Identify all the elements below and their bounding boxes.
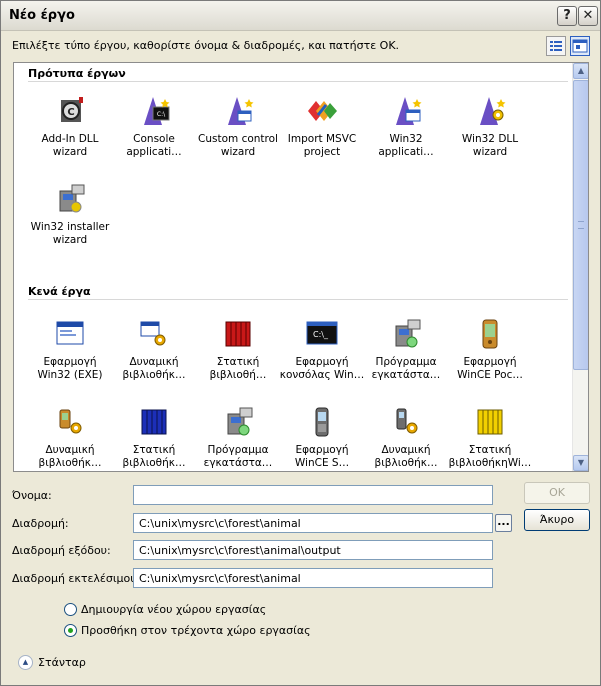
template-item[interactable]: Import MSVC project [278, 93, 366, 173]
radio-button[interactable] [64, 603, 77, 616]
help-button[interactable]: ? [557, 6, 577, 26]
item-label: Εφαρμογή Win32 (EXE) [37, 356, 103, 381]
ok-button[interactable]: OK [524, 482, 590, 504]
item-label: Import MSVC project [287, 133, 357, 158]
title-bar: Νέο έργο ? ✕ [1, 1, 600, 31]
item-label: Win32 applicati… [378, 133, 434, 158]
installer-icon [395, 319, 421, 348]
scroll-down-button[interactable]: ▼ [573, 455, 588, 471]
empty-project-item[interactable]: Πρόγραμμα εγκατάστα… [194, 404, 282, 471]
template-item[interactable]: Win32 DLL wizard [446, 93, 534, 173]
template-item[interactable]: C Add-In DLL wizard [26, 93, 114, 173]
large-icons-view-icon [572, 39, 588, 53]
window-app-icon [56, 321, 84, 345]
item-label: Console applicati… [126, 133, 182, 158]
item-label: Δυναμική βιβλιοθήκ… [38, 444, 102, 469]
list-view-button[interactable] [546, 36, 566, 56]
item-label: Custom control wizard [198, 133, 278, 158]
project-types-panel: Πρότυπα έργων C Add-In DLL wizard C:\ Co… [13, 62, 589, 472]
dll-icon [140, 321, 166, 346]
cancel-button[interactable]: Άκυρο [524, 509, 590, 531]
empty-project-item[interactable]: Δυναμική βιβλιοθήκ… [26, 404, 114, 471]
templates-heading: Πρότυπα έργων [28, 67, 126, 80]
item-label: Στατική βιβλιοθή… [209, 356, 267, 381]
empty-project-item[interactable]: Στατική βιβλιοθή… [194, 316, 282, 396]
item-label: Win32 installer wizard [30, 221, 110, 246]
item-label: Win32 DLL wizard [461, 133, 519, 158]
empty-project-item[interactable]: Εφαρμογή WinCE S… [278, 404, 366, 471]
empty-project-item[interactable]: Στατική βιβλιοθήκηWi… [446, 404, 534, 471]
close-button[interactable]: ✕ [578, 6, 598, 26]
item-label: Εφαρμογή κονσόλας Win… [279, 356, 365, 381]
installer-icon [227, 407, 253, 436]
standard-label: Στάνταρ [38, 656, 86, 669]
empty-project-item[interactable]: C:\_ Εφαρμογή κονσόλας Win… [278, 316, 366, 396]
template-item[interactable]: Win32 installer wizard [26, 181, 114, 261]
empty-project-item[interactable]: Εφαρμογή Win32 (EXE) [26, 316, 114, 396]
large-icons-view-button[interactable] [570, 36, 590, 56]
svg-text:C:\_: C:\_ [313, 330, 329, 339]
empty-projects-divider [28, 299, 568, 300]
item-label: Πρόγραμμα εγκατάστα… [203, 444, 273, 469]
svg-text:C:\: C:\ [157, 111, 166, 118]
chevron-up-icon: ▲ [18, 655, 33, 670]
item-label: Εφαρμογή WinCE Poc… [457, 356, 523, 381]
ce-dll-icon [59, 409, 82, 434]
template-item[interactable]: Custom control wizard [194, 93, 282, 173]
static-lib-icon [225, 321, 251, 347]
smartphone-icon [315, 407, 329, 437]
empty-project-item[interactable]: Δυναμική βιβλιοθήκ… [362, 404, 450, 471]
svg-text:C: C [67, 107, 74, 118]
browse-button[interactable]: ... [495, 514, 512, 532]
wizard-icon [396, 97, 422, 125]
list-view-icon [550, 41, 562, 51]
name-input[interactable] [133, 485, 493, 505]
exec-path-label: Διαδρομή εκτελέσιμου: [12, 572, 141, 585]
exec-path-input[interactable]: C:\unix\mysrc\c\forest\animal [133, 568, 493, 588]
name-label: Όνομα: [12, 489, 52, 502]
item-label: Εφαρμογή WinCE S… [294, 444, 350, 469]
empty-project-item[interactable]: Εφαρμογή WinCE Poc… [446, 316, 534, 396]
panel-scrollbar[interactable]: ▲ ▼ [572, 63, 588, 471]
wizard-icon [480, 97, 506, 125]
scroll-grip-icon [578, 221, 584, 229]
import-msvc-icon [308, 101, 337, 121]
item-label: Πρόγραμμα εγκατάστα… [371, 356, 441, 381]
phone-dll-icon [396, 408, 418, 434]
wizard-icon [228, 97, 254, 125]
addin-wizard-icon: C [61, 97, 83, 122]
path-label: Διαδρομή: [12, 517, 69, 530]
item-label: Δυναμική βιβλιοθήκ… [374, 444, 438, 469]
path-input[interactable]: C:\unix\mysrc\c\forest\animal [133, 513, 493, 533]
new-project-dialog: Νέο έργο ? ✕ Επιλέξτε τύπο έργου, καθορί… [0, 0, 601, 686]
scroll-thumb[interactable] [573, 80, 588, 370]
instruction-text: Επιλέξτε τύπο έργου, καθορίστε όνομα & δ… [12, 39, 400, 52]
output-path-label: Διαδρομή εξόδου: [12, 544, 111, 557]
output-path-input[interactable]: C:\unix\mysrc\c\forest\animal\output [133, 540, 493, 560]
installer-wizard-icon [59, 184, 85, 213]
empty-project-item[interactable]: Στατική βιβλιοθήκ… [110, 404, 198, 471]
pocketpc-icon [482, 319, 498, 349]
empty-projects-heading: Κενά έργα [28, 285, 91, 298]
templates-divider [28, 81, 568, 82]
radio-label: Προσθήκη στον τρέχοντα χώρο εργασίας [81, 624, 311, 637]
dialog-title: Νέο έργο [9, 8, 75, 23]
item-label: Στατική βιβλιοθήκ… [122, 444, 186, 469]
item-label: Add-In DLL wizard [41, 133, 99, 158]
item-label: Δυναμική βιβλιοθήκ… [122, 356, 186, 381]
radio-button[interactable] [64, 624, 77, 637]
static-lib-yellow-icon [477, 409, 503, 435]
template-item[interactable]: Win32 applicati… [362, 93, 450, 173]
console-icon: C:\_ [306, 321, 338, 345]
scroll-up-button[interactable]: ▲ [573, 63, 588, 79]
empty-project-item[interactable]: Δυναμική βιβλιοθήκ… [110, 316, 198, 396]
wizard-icon: C:\ [144, 97, 170, 125]
item-label: Στατική βιβλιοθήκηWi… [448, 444, 532, 469]
radio-label: Δημιουργία νέου χώρου εργασίας [81, 603, 267, 616]
template-item[interactable]: C:\ Console applicati… [110, 93, 198, 173]
empty-project-item[interactable]: Πρόγραμμα εγκατάστα… [362, 316, 450, 396]
static-lib-blue-icon [141, 409, 167, 435]
